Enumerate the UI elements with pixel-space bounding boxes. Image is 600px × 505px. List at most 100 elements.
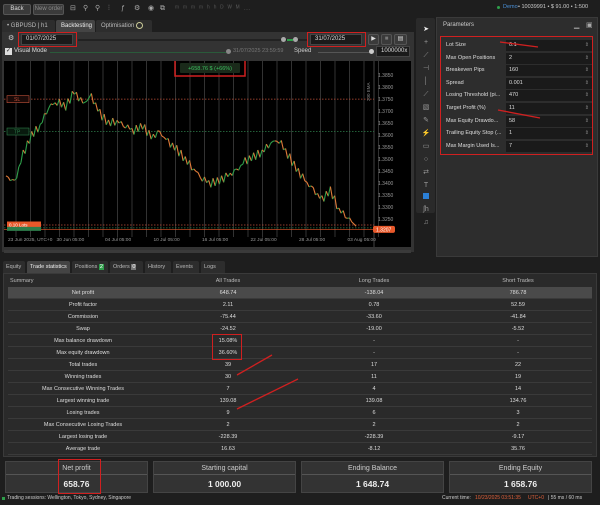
parameter-input[interactable]: 0.1 — [506, 40, 592, 51]
summary-label: Ending Equity — [450, 465, 591, 475]
tab-backtesting[interactable]: Backtesting — [56, 20, 95, 32]
tab-events[interactable]: Events — [173, 261, 199, 273]
price-chart[interactable]: 1.3850 1.3800 1.3750 1.3700 1.3650 1.3600 1.35… — [4, 61, 411, 247]
parameter-input[interactable]: 1 — [506, 128, 592, 140]
zoom-in-icon[interactable]: ⚲ — [95, 5, 100, 13]
speed-input[interactable]: 1000000x — [376, 46, 410, 57]
parameter-row: Losing Threshold (pi... 470 — [444, 90, 592, 102]
parameter-label: Losing Threshold (pi... — [446, 92, 501, 99]
tab-trade-statistics[interactable]: Trade statistics — [27, 261, 70, 273]
new-order-button[interactable]: New order — [33, 4, 64, 15]
progress-handle[interactable] — [226, 49, 231, 54]
cell: 30 — [224, 374, 232, 380]
rectangle-icon[interactable]: ▭ — [419, 141, 433, 153]
timezone[interactable]: UTC+0 — [528, 495, 544, 501]
template-icon[interactable]: ⧉ — [160, 5, 165, 13]
summary-starting-capital: Starting capital 1 000.00 — [153, 461, 296, 493]
tab-positions[interactable]: Positions 2 — [72, 261, 108, 273]
ruler-icon[interactable]: ⟋ — [419, 50, 433, 62]
chart-scrollbar[interactable] — [4, 250, 411, 253]
slider-handle[interactable] — [293, 37, 298, 42]
calendar-icon[interactable]: ▤ — [394, 34, 407, 45]
cell: -228.39 — [364, 434, 384, 440]
tab-logs[interactable]: Logs — [201, 261, 225, 273]
date-range-slider[interactable] — [78, 39, 308, 41]
cell: Average trade — [65, 446, 101, 452]
slider-handle[interactable] — [281, 37, 286, 42]
tab-equity[interactable]: Equity — [3, 261, 25, 273]
table-row: Losing trades 9 6 3 — [8, 407, 592, 419]
horizontal-line-icon[interactable]: ⊣ — [419, 63, 433, 75]
eye-icon[interactable]: ◉ — [148, 5, 154, 13]
gear-icon[interactable]: ⚙ — [8, 35, 14, 43]
tab-badge: 2 — [98, 264, 104, 270]
timeframe-icons[interactable]: ᵐᵐᵐᵐʰʰᴰᵂᴹ… — [175, 5, 254, 13]
time-label: 23 Jun 2025, UTC+0 — [8, 237, 53, 243]
chart-type-icon[interactable]: ⫶ — [108, 5, 110, 13]
summary-value: 1 648.74 — [355, 479, 390, 489]
channel-icon[interactable]: ▧ — [419, 102, 433, 114]
tab-orders[interactable]: Orders 0 — [110, 261, 143, 273]
tab-history[interactable]: History — [145, 261, 171, 273]
ellipse-icon[interactable]: ○ — [419, 154, 433, 166]
crosshair-icon[interactable]: + — [419, 37, 433, 49]
cell: 7 — [226, 386, 230, 392]
parameter-input[interactable]: 7 — [506, 140, 592, 152]
cursor-icon[interactable]: ➤ — [419, 24, 433, 36]
tab-label: Trade statistics — [30, 264, 67, 270]
cell: 35.76 — [511, 446, 525, 452]
cell: 139.08 — [219, 398, 237, 404]
optimisation-label: Optimisation — [101, 23, 135, 29]
tab-label: Orders — [113, 264, 130, 270]
alert-icon[interactable]: ♫ — [419, 217, 433, 229]
cell: Largest winning trade — [56, 398, 110, 404]
visual-mode-checkbox[interactable]: ✓ — [5, 48, 12, 55]
stop-button[interactable]: ■ — [381, 34, 392, 45]
table-row: Max Consecutive Winning Trades 7 4 14 — [8, 383, 592, 395]
arrow-icon[interactable]: ⇄ — [419, 167, 433, 179]
price-label: 1.3250 — [378, 217, 394, 223]
time-label: 30 Jun 05:00 — [57, 237, 85, 243]
cell: -5.52 — [511, 326, 525, 332]
indicator-icon[interactable]: ƒ — [121, 5, 125, 13]
trend-line-icon[interactable]: ⟋ — [419, 89, 433, 101]
vertical-line-icon[interactable]: │ — [419, 76, 433, 88]
parameter-input[interactable]: 11 — [506, 103, 592, 114]
table-row: Swap -24.52 -19.00 -5.52 — [8, 323, 592, 335]
account-type[interactable]: Demo — [503, 4, 518, 10]
parameter-label: Trailing Equity Stop (... — [446, 130, 502, 137]
parameter-input[interactable]: 58 — [506, 115, 592, 127]
cell: 2 — [372, 422, 376, 428]
color-icon[interactable] — [419, 192, 433, 204]
price-label: 1.3450 — [378, 169, 394, 175]
parameter-row: Spread 0.001 — [444, 77, 592, 89]
parameter-input[interactable]: 470 — [506, 90, 592, 102]
back-button[interactable]: Back — [3, 4, 31, 15]
symbol: GBPUSD — [10, 23, 37, 29]
settings-icon[interactable]: ⚙ — [134, 5, 140, 13]
tab-chart[interactable]: • GBPUSD | h1 — [2, 20, 55, 32]
parameter-input[interactable]: 2 — [506, 52, 592, 64]
parameter-input[interactable]: 0.001 — [506, 77, 592, 89]
layout-icon[interactable]: ⊟ — [70, 5, 76, 13]
cell: 134.76 — [509, 398, 527, 404]
cell: 2 — [516, 422, 520, 428]
fibonacci-icon[interactable]: ⚡ — [419, 128, 433, 140]
timeframe: h1 — [41, 23, 48, 29]
tab-optimisation[interactable]: Optimisation — [96, 20, 152, 32]
pen-icon[interactable]: ✎ — [419, 115, 433, 127]
maximize-icon[interactable]: ▣ — [586, 22, 593, 30]
parameter-input[interactable]: 160 — [506, 65, 592, 77]
zoom-out-icon[interactable]: ⚲ — [83, 5, 88, 13]
tab-label: Positions — [75, 264, 98, 270]
minimize-icon[interactable]: ▁ — [574, 22, 579, 30]
speed-slider[interactable] — [318, 52, 370, 53]
parameter-label: Max Equity Drawdo... — [446, 117, 499, 124]
parameters-title: Parameters — [443, 22, 475, 28]
play-button[interactable]: ▶ — [368, 34, 379, 45]
brush-icon[interactable]: ʃh — [419, 204, 433, 216]
simulation-time: 31/07/2025 23:59:59 — [233, 48, 284, 54]
text-icon[interactable]: T — [419, 180, 433, 192]
speed-handle[interactable] — [369, 49, 374, 54]
cell: Largest losing trade — [58, 434, 108, 440]
